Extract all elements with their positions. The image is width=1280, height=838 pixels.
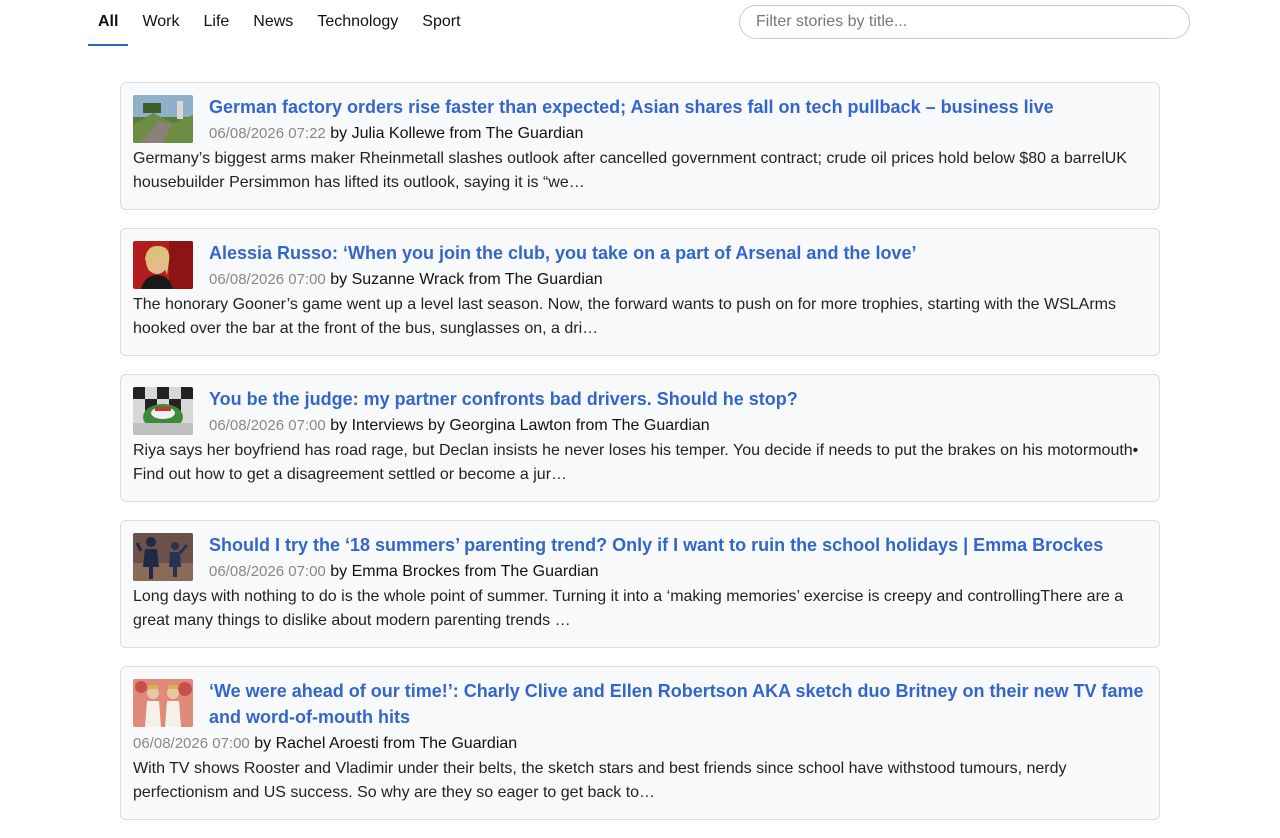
story-summary: Long days with nothing to do is the whol… xyxy=(133,588,1124,629)
story-date: 06/08/2026 07:22 xyxy=(209,125,326,142)
story-card: Should I try the ‘18 summers’ parenting … xyxy=(120,520,1160,648)
tab-all[interactable]: All xyxy=(88,0,129,46)
silhouettes-icon[interactable] xyxy=(133,533,193,581)
category-tabs: All Work Life News Technology Sport xyxy=(88,0,475,46)
tab-life[interactable]: Life xyxy=(194,0,240,46)
story-summary: The honorary Gooner’s game went up a lev… xyxy=(133,296,1116,337)
story-card: You be the judge: my partner confronts b… xyxy=(120,374,1160,502)
story-byline: by Interviews by Georgina Lawton from Th… xyxy=(330,417,710,434)
story-card: ‘We were ahead of our time!’: Charly Cli… xyxy=(120,666,1160,820)
story-title-link[interactable]: ‘We were ahead of our time!’: Charly Cli… xyxy=(133,678,1147,730)
story-card: Alessia Russo: ‘When you join the club, … xyxy=(120,228,1160,356)
story-byline: by Julia Kollewe from The Guardian xyxy=(330,125,584,142)
filter-stories-input[interactable] xyxy=(739,5,1190,39)
story-title-link[interactable]: Alessia Russo: ‘When you join the club, … xyxy=(133,240,1147,266)
story-list: German factory orders rise faster than e… xyxy=(120,82,1160,838)
duo-icon[interactable] xyxy=(133,679,193,727)
story-summary: Riya says her boyfriend has road rage, b… xyxy=(133,442,1139,483)
tab-work[interactable]: Work xyxy=(132,0,189,46)
story-title-link[interactable]: German factory orders rise faster than e… xyxy=(133,94,1147,120)
story-date: 06/08/2026 07:00 xyxy=(209,417,326,434)
story-byline: by Emma Brockes from The Guardian xyxy=(330,563,599,580)
story-byline: by Suzanne Wrack from The Guardian xyxy=(330,271,603,288)
story-date: 06/08/2026 07:00 xyxy=(209,271,326,288)
story-byline: by Rachel Aroesti from The Guardian xyxy=(254,735,518,752)
story-meta: 06/08/2026 07:00 by Suzanne Wrack from T… xyxy=(133,269,1147,291)
landscape-icon[interactable] xyxy=(133,95,193,143)
story-meta: 06/08/2026 07:00 by Rachel Aroesti from … xyxy=(133,733,1147,755)
top-bar: All Work Life News Technology Sport xyxy=(0,0,1280,46)
story-date: 06/08/2026 07:00 xyxy=(133,735,250,752)
story-meta: 06/08/2026 07:00 by Interviews by Georgi… xyxy=(133,415,1147,437)
story-meta: 06/08/2026 07:00 by Emma Brockes from Th… xyxy=(133,561,1147,583)
tab-news[interactable]: News xyxy=(243,0,303,46)
story-meta: 06/08/2026 07:22 by Julia Kollewe from T… xyxy=(133,123,1147,145)
tab-technology[interactable]: Technology xyxy=(307,0,408,46)
story-title-link[interactable]: You be the judge: my partner confronts b… xyxy=(133,386,1147,412)
story-card: German factory orders rise faster than e… xyxy=(120,82,1160,210)
portrait-icon[interactable] xyxy=(133,241,193,289)
tab-sport[interactable]: Sport xyxy=(412,0,470,46)
story-summary: With TV shows Rooster and Vladimir under… xyxy=(133,760,1067,801)
car-icon[interactable] xyxy=(133,387,193,435)
story-title-link[interactable]: Should I try the ‘18 summers’ parenting … xyxy=(133,532,1147,558)
story-summary: Germany’s biggest arms maker Rheinmetall… xyxy=(133,150,1127,191)
story-date: 06/08/2026 07:00 xyxy=(209,563,326,580)
